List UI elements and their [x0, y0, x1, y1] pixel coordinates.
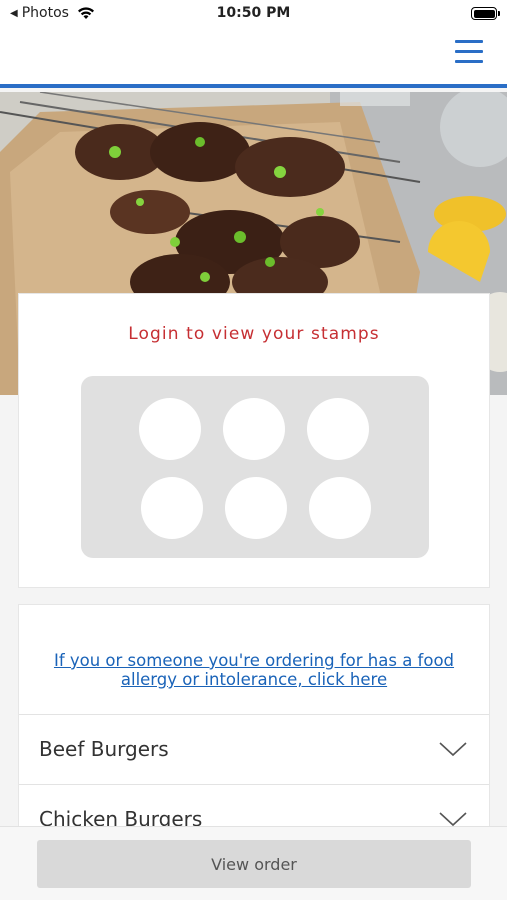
category-label: Beef Burgers [39, 737, 169, 761]
menu-card: If you or someone you're ordering for ha… [18, 604, 490, 844]
status-bar: ◀ Photos 10:50 PM [0, 0, 507, 28]
stamp-panel [81, 376, 429, 558]
app-header [0, 28, 507, 88]
battery-icon [471, 7, 500, 20]
chevron-down-icon [439, 812, 467, 827]
stamp-card: Login to view your stamps [18, 293, 490, 588]
stamp-slot [307, 398, 369, 460]
category-row-beef-burgers[interactable]: Beef Burgers [19, 714, 489, 784]
stamp-slot [223, 398, 285, 460]
chevron-down-icon [439, 742, 467, 757]
stamp-slot [141, 477, 203, 539]
allergy-info-link[interactable]: If you or someone you're ordering for ha… [39, 651, 469, 689]
hamburger-menu-icon[interactable] [455, 40, 483, 64]
stamp-slot [139, 398, 201, 460]
stamp-login-prompt[interactable]: Login to view your stamps [19, 324, 489, 344]
stamp-slot [309, 477, 371, 539]
status-time: 10:50 PM [216, 5, 291, 21]
view-order-button[interactable]: View order [37, 840, 471, 888]
bottom-bar: View order [0, 826, 507, 900]
stamp-slot [225, 477, 287, 539]
